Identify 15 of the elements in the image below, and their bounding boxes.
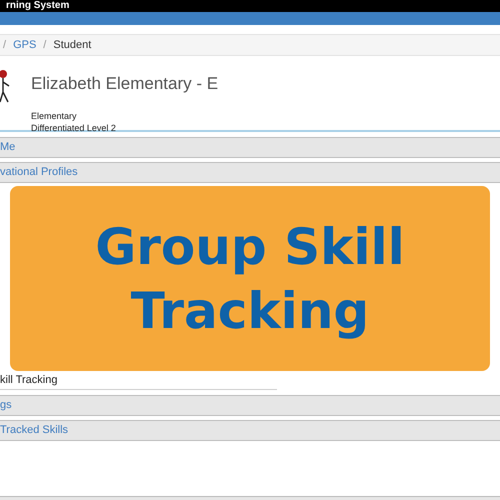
section-label: kill Tracking bbox=[0, 373, 58, 388]
breadcrumb-current: Student bbox=[53, 38, 92, 53]
student-detail: Elementary bbox=[31, 110, 78, 122]
overlay-title: Group Skill bbox=[95, 216, 405, 278]
student-detail: Differentiated Level 2 bbox=[31, 122, 117, 134]
accordion-header[interactable]: vational Profiles bbox=[0, 162, 500, 183]
breadcrumb-divider: / bbox=[3, 38, 6, 53]
student-name: Elizabeth Elementary - E bbox=[31, 73, 218, 95]
accordion-header[interactable]: gs bbox=[0, 395, 500, 416]
breadcrumb-divider: / bbox=[43, 38, 46, 53]
app-title: rning System bbox=[5, 0, 70, 12]
accordion-header[interactable]: Me bbox=[0, 137, 500, 158]
accordion-header[interactable]: Tracked Skills bbox=[0, 420, 500, 441]
overlay-title: Tracking bbox=[130, 280, 370, 342]
breadcrumb-link[interactable]: GPS bbox=[13, 36, 36, 54]
